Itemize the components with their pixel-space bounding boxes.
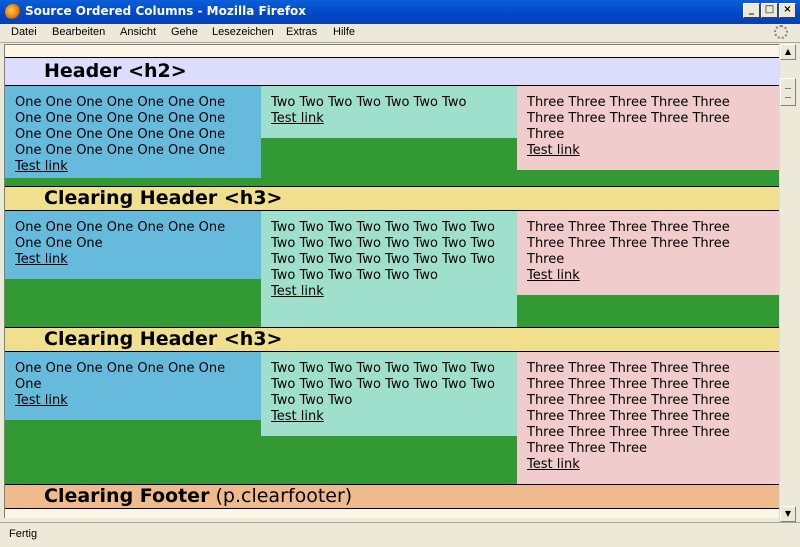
column-three: Three Three Three Three Three Three Thre… <box>517 86 779 170</box>
clearing-header: Clearing Header <h3> <box>5 327 779 352</box>
page-viewport[interactable]: Header <h2> One One One One One One One … <box>4 44 779 518</box>
column-three: Three Three Three Three Three Three Thre… <box>517 211 779 295</box>
column-one: One One One One One One One One One One … <box>5 86 261 178</box>
test-link[interactable]: Test link <box>527 268 770 284</box>
page-header: Header <h2> <box>5 57 779 86</box>
footer-title: Clearing Footer <box>44 485 210 507</box>
menu-bar: Datei Bearbeiten Ansicht Gehe Lesezeiche… <box>0 24 800 43</box>
vertical-scrollbar[interactable]: ▲ ▼ <box>779 44 796 522</box>
status-text: Fertig <box>9 528 38 540</box>
column-one: One One One One One One One One One One … <box>5 211 261 279</box>
test-link[interactable]: Test link <box>271 409 507 425</box>
column-text: Three Three Three Three Three Three Thre… <box>527 95 730 142</box>
firefox-icon <box>5 4 21 20</box>
content-row: One One One One One One One One One One … <box>5 211 779 328</box>
clearing-header: Clearing Header <h3> <box>5 186 779 211</box>
test-link[interactable]: Test link <box>15 252 251 268</box>
test-link[interactable]: Test link <box>15 159 251 175</box>
content-row: One One One One One One One One Test lin… <box>5 352 779 485</box>
menu-lesezeichen[interactable]: Lesezeichen <box>212 26 274 38</box>
column-text: Two Two Two Two Two Two Two Two Two Two … <box>271 220 495 283</box>
column-text: Three Three Three Three Three Three Thre… <box>527 361 730 456</box>
test-link[interactable]: Test link <box>271 284 507 300</box>
column-text: Two Two Two Two Two Two Two Two Two Two … <box>271 361 495 408</box>
column-text: Three Three Three Three Three Three Thre… <box>527 220 730 267</box>
scroll-down-icon[interactable]: ▼ <box>780 506 796 522</box>
maximize-button[interactable]: □ <box>761 3 778 18</box>
footer-note: (p.clearfooter) <box>209 485 353 507</box>
minimize-button[interactable]: _ <box>743 3 760 18</box>
menu-extras[interactable]: Extras <box>286 26 317 38</box>
column-one: One One One One One One One One Test lin… <box>5 352 261 420</box>
status-bar: Fertig <box>0 522 800 547</box>
menu-hilfe[interactable]: Hilfe <box>333 26 355 38</box>
throbber-icon <box>774 25 788 39</box>
column-two: Two Two Two Two Two Two Two Two Two Two … <box>261 211 517 328</box>
close-button[interactable]: × <box>779 3 796 18</box>
menu-ansicht[interactable]: Ansicht <box>120 26 156 38</box>
scroll-up-icon[interactable]: ▲ <box>780 44 796 60</box>
clearing-footer: Clearing Footer (p.clearfooter) <box>5 484 779 509</box>
scroll-thumb[interactable] <box>780 78 796 106</box>
menu-bearbeiten[interactable]: Bearbeiten <box>52 26 105 38</box>
menu-datei[interactable]: Datei <box>11 26 37 38</box>
column-text: Two Two Two Two Two Two Two <box>271 95 467 110</box>
test-link[interactable]: Test link <box>527 457 770 473</box>
test-link[interactable]: Test link <box>15 393 251 409</box>
window-title: Source Ordered Columns - Mozilla Firefox <box>25 4 307 18</box>
content-row: One One One One One One One One One One … <box>5 86 779 187</box>
title-bar: Source Ordered Columns - Mozilla Firefox… <box>0 0 800 24</box>
column-two: Two Two Two Two Two Two Two Test link <box>261 86 517 138</box>
column-two: Two Two Two Two Two Two Two Two Two Two … <box>261 352 517 436</box>
test-link[interactable]: Test link <box>271 111 507 127</box>
column-text: One One One One One One One One One One … <box>15 95 226 158</box>
menu-gehe[interactable]: Gehe <box>171 26 198 38</box>
column-text: One One One One One One One One <box>15 361 226 392</box>
column-three: Three Three Three Three Three Three Thre… <box>517 352 779 485</box>
column-text: One One One One One One One One One One <box>15 220 226 251</box>
test-link[interactable]: Test link <box>527 143 770 159</box>
